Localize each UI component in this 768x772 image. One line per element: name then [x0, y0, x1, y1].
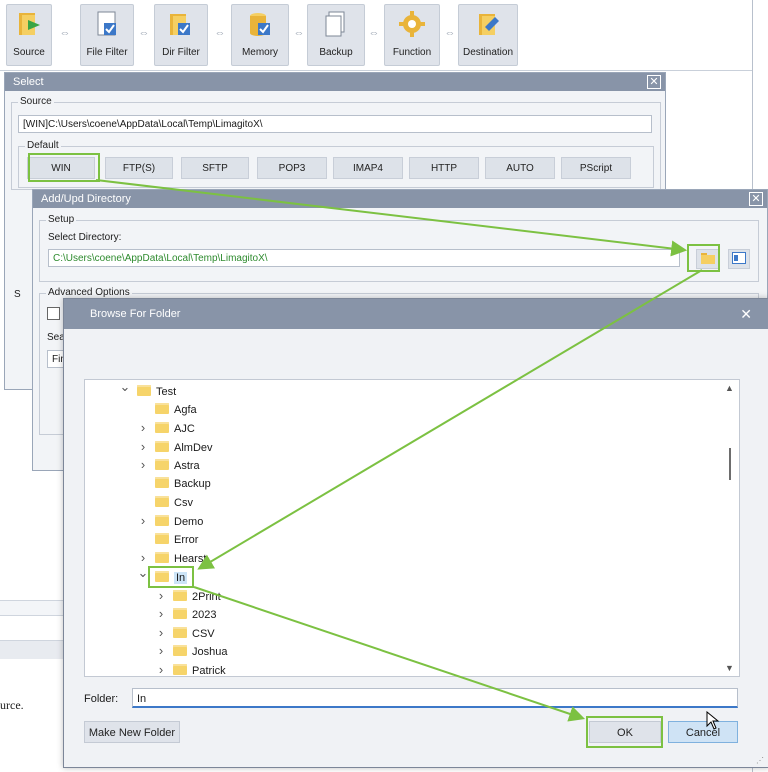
arrow-browse-to-in	[197, 269, 703, 570]
annotation-arrows	[95, 179, 703, 722]
arrow-in-to-ok	[193, 586, 586, 722]
arrow-win-to-browse	[95, 179, 688, 257]
